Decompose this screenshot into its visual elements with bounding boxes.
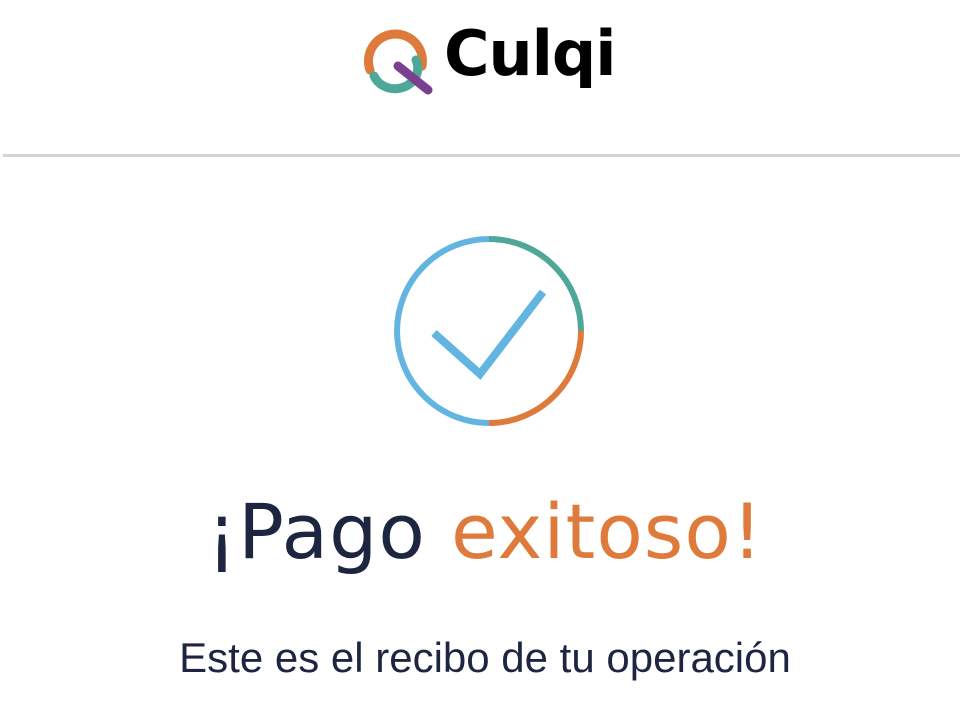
checkmark-circle-icon bbox=[394, 236, 584, 426]
culqi-logo: Culqi bbox=[358, 17, 617, 96]
receipt-subtitle: Este es el recibo de tu operación bbox=[179, 634, 791, 681]
title-highlight: exitoso! bbox=[451, 487, 764, 576]
header: Culqi bbox=[0, 0, 970, 155]
brand-name: Culqi bbox=[444, 17, 617, 90]
title-prefix: ¡Pago bbox=[206, 487, 426, 576]
culqi-q-logo-icon bbox=[363, 29, 433, 95]
header-divider bbox=[3, 154, 960, 157]
payment-success-title: ¡Pago exitoso! bbox=[0, 490, 970, 574]
